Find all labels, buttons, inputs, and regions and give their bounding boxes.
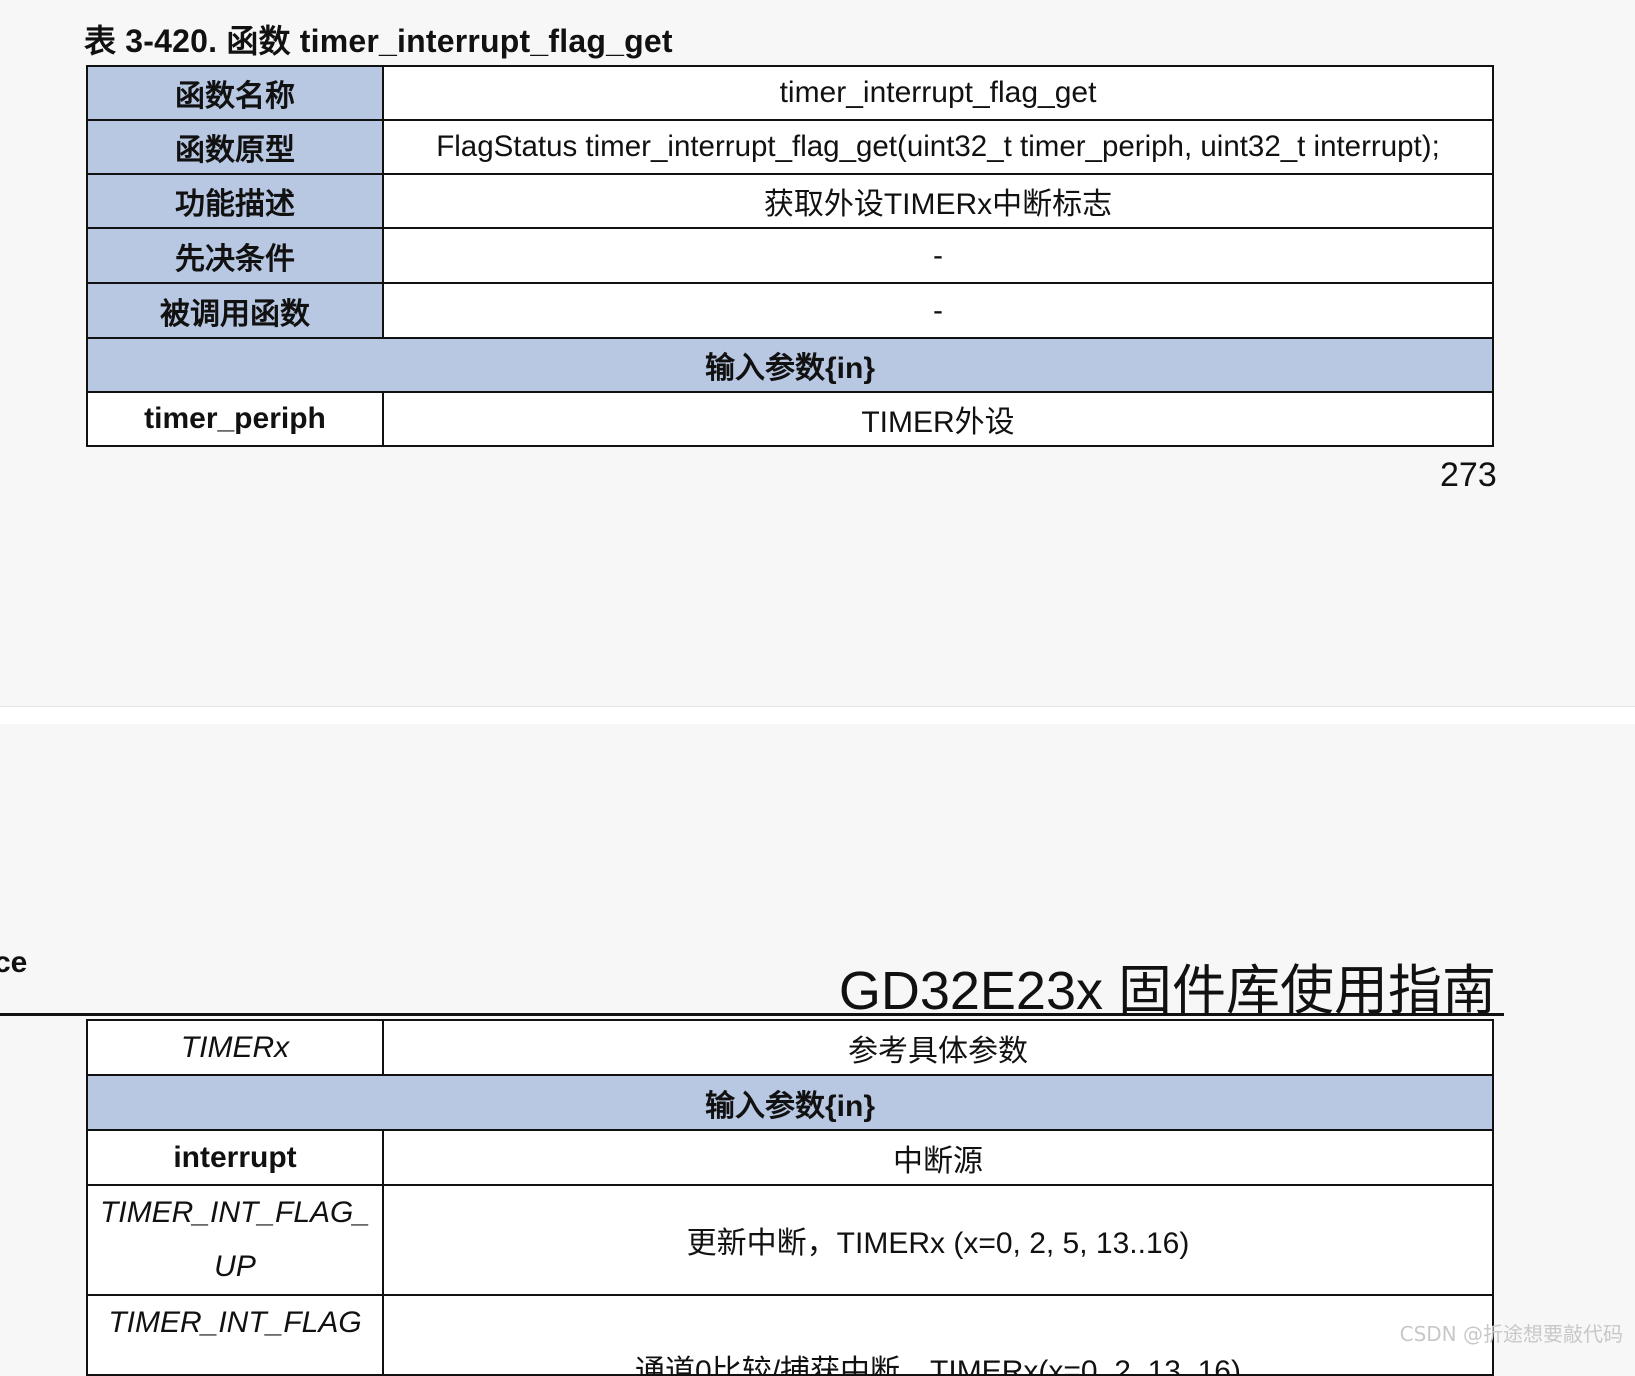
table-row-function-name: 函数名称 timer_interrupt_flag_get: [86, 65, 1494, 121]
table-row-description: 功能描述 获取外设TIMERx中断标志: [86, 173, 1494, 229]
clipped-header-text: ce: [0, 946, 28, 979]
row-label: 功能描述: [86, 173, 384, 229]
table-row-flag-ch0: TIMER_INT_FLAG 通道0比较/捕获中断，TIMERx(x=0, 2,…: [86, 1294, 1494, 1376]
flag-name-text: TIMER_INT_FLAG_UP: [99, 1196, 371, 1283]
param-name: interrupt: [86, 1129, 384, 1186]
flag-desc-text: 通道0比较/捕获中断，TIMERx(x=0, 2, 13, 16): [635, 1355, 1241, 1375]
flag-name: TIMER_INT_FLAG: [86, 1294, 384, 1376]
flag-desc: 更新中断，TIMERx (x=0, 2, 5, 13..16): [382, 1184, 1494, 1296]
row-label: 函数原型: [86, 119, 384, 175]
row-value: 获取外设TIMERx中断标志: [382, 173, 1494, 229]
row-label: 函数名称: [86, 65, 384, 121]
table-row-flag-up: TIMER_INT_FLAG_UP 更新中断，TIMERx (x=0, 2, 5…: [86, 1184, 1494, 1296]
param-desc: 中断源: [382, 1129, 1494, 1186]
page-separator: [0, 706, 1635, 726]
header-divider: [0, 1013, 1504, 1016]
param-desc: 参考具体参数: [382, 1019, 1494, 1076]
param-desc: TIMER外设: [382, 391, 1494, 447]
table-row-precondition: 先决条件 -: [86, 227, 1494, 284]
table-section-input-params: 输入参数{in}: [86, 1074, 1494, 1131]
page-number: 273: [1440, 456, 1497, 494]
table-section-input-params: 输入参数{in}: [86, 337, 1494, 393]
document-page-next: ce GD32E23x 固件库使用指南 TIMERx 参考具体参数 输入参数{i…: [0, 724, 1635, 1376]
document-page-273: 表 3-420. 函数 timer_interrupt_flag_get 函数名…: [0, 0, 1635, 706]
table-row-called-functions: 被调用函数 -: [86, 282, 1494, 339]
flag-name-text: TIMER_INT_FLAG: [108, 1306, 362, 1339]
param-name: timer_periph: [86, 391, 384, 447]
param-name: TIMERx: [86, 1019, 384, 1076]
table-row-param: interrupt 中断源: [86, 1129, 1494, 1186]
function-spec-table-continued: TIMERx 参考具体参数 输入参数{in} interrupt 中断源 TIM…: [86, 1019, 1494, 1376]
table-row-param: timer_periph TIMER外设: [86, 391, 1494, 447]
flag-desc: 通道0比较/捕获中断，TIMERx(x=0, 2, 13, 16): [382, 1294, 1494, 1376]
row-value: -: [382, 282, 1494, 339]
section-heading: 输入参数{in}: [86, 1074, 1494, 1131]
row-label: 被调用函数: [86, 282, 384, 339]
row-value: -: [382, 227, 1494, 284]
table-row-timerx: TIMERx 参考具体参数: [86, 1019, 1494, 1076]
flag-name: TIMER_INT_FLAG_UP: [86, 1184, 384, 1296]
table-caption: 表 3-420. 函数 timer_interrupt_flag_get: [84, 23, 673, 59]
row-value: timer_interrupt_flag_get: [382, 65, 1494, 121]
section-heading: 输入参数{in}: [86, 337, 1494, 393]
watermark: CSDN @折途想要敲代码: [1399, 1322, 1623, 1346]
row-label: 先决条件: [86, 227, 384, 284]
row-value: FlagStatus timer_interrupt_flag_get(uint…: [382, 119, 1494, 175]
table-row-function-prototype: 函数原型 FlagStatus timer_interrupt_flag_get…: [86, 119, 1494, 175]
function-spec-table: 函数名称 timer_interrupt_flag_get 函数原型 FlagS…: [86, 65, 1494, 447]
